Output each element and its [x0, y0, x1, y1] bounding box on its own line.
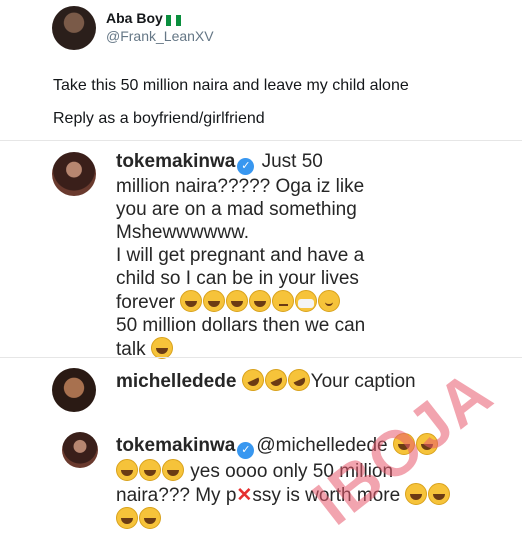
tears-of-joy-emoji-icon [180, 290, 203, 312]
comment-text: Just 50 [261, 151, 323, 172]
tears-of-joy-emoji-icon [428, 483, 451, 505]
tears-of-joy-emoji-icon [116, 459, 138, 481]
comment-text: I will get pregnant and have a [116, 245, 365, 266]
section-divider [0, 140, 522, 141]
comment-text: million naira????? Oga iz like [116, 176, 365, 197]
comment-avatar-michelledede[interactable] [52, 368, 96, 412]
section-divider [0, 357, 522, 358]
tears-of-joy-emoji-icon [116, 507, 138, 529]
tears-of-joy-emoji-icon [203, 290, 226, 312]
comment-username[interactable]: tokemakinwa [116, 435, 235, 456]
comment-avatar-tokemakinwa[interactable] [52, 152, 96, 196]
rolling-on-floor-laughing-emoji-icon [284, 365, 314, 395]
thinking-face-emoji-icon [272, 290, 295, 312]
verified-badge-icon: ✓ [237, 442, 255, 459]
rolling-on-floor-laughing-emoji-icon [238, 365, 268, 395]
medical-mask-emoji-icon [295, 290, 318, 312]
tweet-avatar[interactable] [52, 6, 96, 50]
tweet-text-line1: Take this 50 million naira and leave my … [53, 77, 409, 94]
rolling-on-floor-laughing-emoji-icon [261, 365, 291, 395]
tweet-text-line2: Reply as a boyfriend/girlfriend [53, 110, 265, 127]
tears-of-joy-emoji-icon [150, 337, 173, 359]
comment-username[interactable]: tokemakinwa [116, 151, 235, 172]
tears-of-joy-emoji-icon [249, 290, 272, 312]
comment-text: Your caption [310, 371, 416, 392]
comment-text: you are on a mad something [116, 199, 357, 220]
tweet-user-block: Aba Boy [106, 10, 182, 28]
comment-text: child so I can be in your lives [116, 268, 359, 289]
censor-mark: ✕ [236, 485, 253, 506]
comment-username[interactable]: michelledede [116, 371, 236, 392]
tears-of-joy-emoji-icon [139, 459, 161, 481]
tears-of-joy-emoji-icon [139, 507, 161, 529]
comment-avatar-tokemakinwa[interactable] [62, 432, 98, 468]
tweet-display-name[interactable]: Aba Boy [106, 10, 163, 26]
comment-text: forever [116, 292, 176, 313]
nigeria-flag-icon [165, 13, 182, 27]
verified-badge-icon: ✓ [237, 158, 255, 175]
comment-1: tokemakinwa ✓ Just 50 million naira????? … [116, 150, 516, 361]
tears-of-joy-emoji-icon [162, 459, 184, 481]
tweet-handle[interactable]: @Frank_LeanXV [106, 28, 214, 44]
comment-text: naira??? My p [116, 485, 237, 506]
comment-text: Mshewwwwww. [116, 222, 250, 243]
smiling-face-emoji-icon [318, 290, 341, 312]
tears-of-joy-emoji-icon [226, 290, 249, 312]
comment-text: 50 million dollars then we can [116, 315, 366, 336]
